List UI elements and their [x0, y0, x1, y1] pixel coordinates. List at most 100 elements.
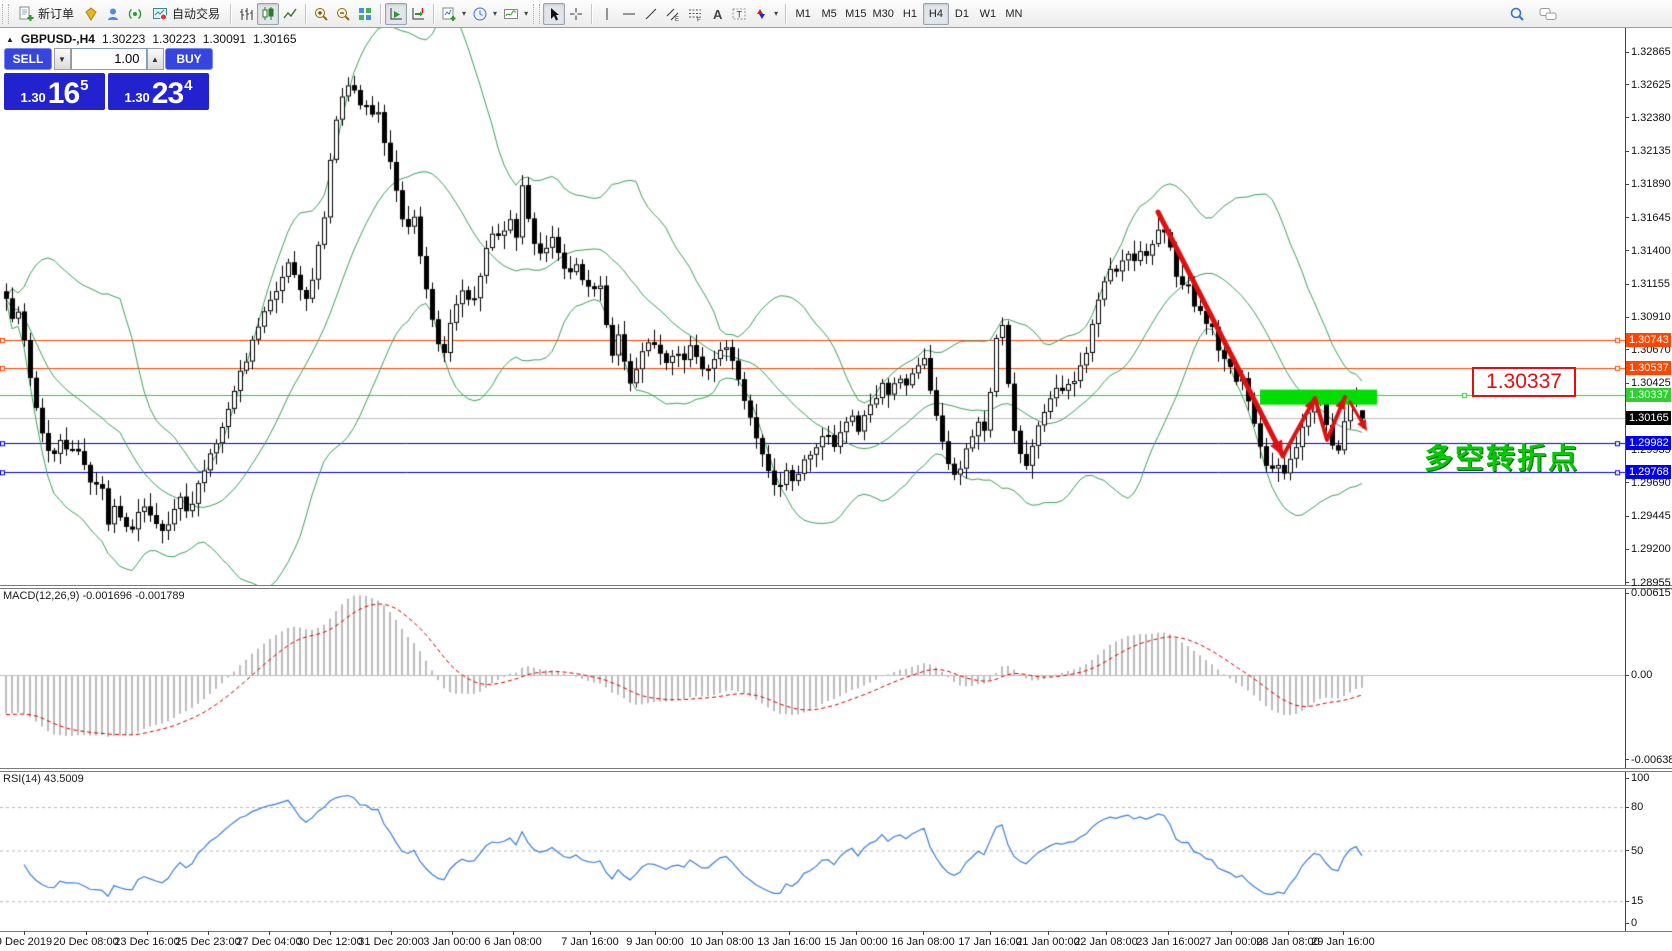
profiles-clock-icon: [472, 6, 488, 22]
collapse-panel-icon[interactable]: ▲: [6, 35, 14, 44]
community-icon: [105, 6, 121, 22]
search-icon: [1509, 6, 1525, 22]
line-chart-button[interactable]: [279, 3, 301, 25]
new-order-icon: [18, 6, 34, 22]
svg-text:T: T: [737, 9, 743, 19]
volume-increase-button[interactable]: ▲: [147, 48, 164, 70]
text-label-button[interactable]: T: [728, 3, 750, 25]
one-click-trading-panel: SELL ▼ 1.00 ▲ BUY 1.30 16 5 1.30 23 4: [4, 47, 213, 110]
crosshair-button[interactable]: [565, 3, 587, 25]
sell-price-prefix: 1.30: [20, 90, 45, 105]
text-label-icon: T: [731, 6, 747, 22]
cursor-icon: [546, 6, 562, 22]
signals-button[interactable]: [124, 3, 146, 25]
search-button[interactable]: [1506, 3, 1528, 25]
fibonacci-icon: F: [687, 6, 703, 22]
time-axis-label: 15 Jan 00:00: [824, 936, 888, 948]
autotrading-label: 自动交易: [172, 5, 220, 22]
price-axis-tick: 1.32865: [1631, 46, 1671, 58]
rsi-axis-tick: 80: [1631, 801, 1671, 813]
price-axis-tick: 1.29200: [1631, 543, 1671, 555]
toolbar-grip[interactable]: [2, 4, 9, 24]
trendline-icon: [643, 6, 659, 22]
time-axis-label: 13 Jan 16:00: [757, 936, 821, 948]
timeframe-m15-button[interactable]: M15: [842, 3, 869, 25]
horizontal-line-icon: [621, 6, 637, 22]
crosshair-icon: [568, 6, 584, 22]
community-button[interactable]: [102, 3, 124, 25]
pane-divider[interactable]: [0, 585, 1672, 589]
timeframe-d1-button[interactable]: D1: [949, 3, 975, 25]
time-axis-label: 21 Jan 00:00: [1016, 936, 1080, 948]
candlestick-chart-button[interactable]: [257, 3, 279, 25]
time-axis-label: 29 Jan 16:00: [1311, 936, 1375, 948]
time-axis-label: 10 Jan 08:00: [690, 936, 754, 948]
autotrading-button[interactable]: 自动交易: [146, 3, 226, 25]
price-axis-tick: 1.29690: [1631, 477, 1671, 489]
price-axis-tick: 1.30425: [1631, 377, 1671, 389]
buy-price-point: 4: [184, 77, 192, 94]
price-level-label: 1.30743: [1626, 333, 1671, 347]
zoom-out-button[interactable]: [332, 3, 354, 25]
pane-divider[interactable]: [0, 768, 1672, 772]
new-order-button[interactable]: 新订单: [12, 3, 80, 25]
rsi-axis-tick: 100: [1631, 772, 1671, 784]
indicators-button[interactable]: ▾: [500, 3, 531, 25]
sell-price-display[interactable]: 1.30 16 5: [4, 73, 105, 110]
price-axis-tick: 1.31400: [1631, 245, 1671, 257]
timeframe-m30-button[interactable]: M30: [870, 3, 897, 25]
buy-price-display[interactable]: 1.30 23 4: [108, 73, 209, 110]
price-level-label: 1.30537: [1626, 361, 1671, 375]
toolbar-grip[interactable]: [533, 4, 540, 24]
sell-button[interactable]: SELL: [4, 48, 52, 70]
timeframe-mn-button[interactable]: MN: [1001, 3, 1027, 25]
price-axis-tick: 1.31645: [1631, 212, 1671, 224]
fibonacci-button[interactable]: F: [684, 3, 706, 25]
cursor-button[interactable]: [543, 3, 565, 25]
arrows-tool-button[interactable]: ▾: [750, 3, 781, 25]
timeframe-m1-button[interactable]: M1: [790, 3, 816, 25]
dropdown-caret-icon: ▾: [462, 9, 466, 18]
bar-chart-icon: [238, 6, 254, 22]
tile-windows-icon: [357, 6, 373, 22]
price-level-label: 1.30165: [1626, 411, 1671, 425]
bar-chart-button[interactable]: [235, 3, 257, 25]
timeframe-w1-button[interactable]: W1: [975, 3, 1001, 25]
macd-pane-canvas[interactable]: [0, 588, 1625, 768]
time-axis-label: 9 Jan 00:00: [626, 936, 684, 948]
volume-input[interactable]: 1.00: [71, 48, 147, 70]
zoom-in-button[interactable]: [310, 3, 332, 25]
price-level-label: 1.29982: [1626, 436, 1671, 450]
price-chart-canvas[interactable]: [0, 28, 1625, 585]
profiles-button[interactable]: ▾: [469, 3, 500, 25]
tile-windows-button[interactable]: [354, 3, 376, 25]
buy-button[interactable]: BUY: [165, 48, 213, 70]
time-axis-label: 6 Jan 08:00: [484, 936, 542, 948]
chart-shift-button[interactable]: [407, 3, 429, 25]
timeframe-m5-button[interactable]: M5: [816, 3, 842, 25]
rsi-pane-canvas[interactable]: [0, 771, 1625, 931]
trendline-button[interactable]: [640, 3, 662, 25]
time-axis-label: 20 Dec 08:00: [53, 936, 118, 948]
chat-button[interactable]: [1536, 3, 1560, 25]
price-axis-tick: 1.30910: [1631, 311, 1671, 323]
metaeditor-button[interactable]: [80, 3, 102, 25]
auto-scroll-button[interactable]: [385, 3, 407, 25]
toolbar: 新订单 自动交易 ▾ ▾ ▾ E F A T ▾ M1 M5 M15 M30 H…: [0, 0, 1672, 28]
horizontal-line-button[interactable]: [618, 3, 640, 25]
zoom-in-icon: [313, 6, 329, 22]
vertical-line-button[interactable]: [596, 3, 618, 25]
time-axis-label: 23 Jan 16:00: [1136, 936, 1200, 948]
text-button[interactable]: A: [706, 3, 728, 25]
timeframe-h1-button[interactable]: H1: [897, 3, 923, 25]
timeframe-h4-button[interactable]: H4: [923, 3, 949, 25]
price-axis-tick: 1.29445: [1631, 510, 1671, 522]
svg-text:F: F: [697, 17, 701, 22]
chart-window: ▲ GBPUSD-,H4 1.30223 1.30223 1.30091 1.3…: [0, 28, 1672, 951]
time-axis-label: 7 Jan 16:00: [561, 936, 619, 948]
text-icon: A: [709, 6, 725, 22]
new-chart-button[interactable]: ▾: [438, 3, 469, 25]
volume-decrease-button[interactable]: ▼: [54, 48, 71, 70]
channel-button[interactable]: E: [662, 3, 684, 25]
time-axis-label: 3 Jan 00:00: [423, 936, 481, 948]
